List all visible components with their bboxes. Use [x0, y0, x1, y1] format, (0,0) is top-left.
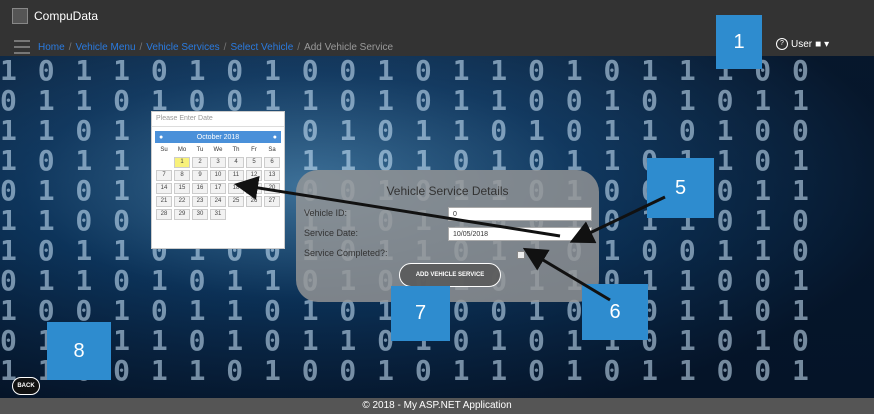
breadcrumb-current: Add Vehicle Service	[304, 41, 394, 53]
calendar-day[interactable]: 21	[156, 196, 172, 207]
calendar-day[interactable]: 14	[156, 183, 172, 194]
calendar-day[interactable]: 2	[192, 157, 208, 168]
calendar-day[interactable]: 17	[210, 183, 226, 194]
calendar-empty-cell	[246, 209, 262, 220]
service-completed-label: Service Completed?:	[304, 248, 388, 258]
footer: © 2018 - My ASP.NET Application	[0, 398, 874, 414]
logo-icon	[12, 8, 28, 24]
calendar-day[interactable]: 19	[246, 183, 262, 194]
breadcrumb-separator: /	[223, 41, 227, 53]
date-picker-input[interactable]: Please Enter Date	[152, 112, 284, 127]
calendar-empty-cell	[264, 209, 280, 220]
calendar-day[interactable]: 15	[174, 183, 190, 194]
back-button[interactable]: BACK	[12, 377, 40, 395]
calendar-day[interactable]: 20	[264, 183, 280, 194]
calendar-day[interactable]: 28	[156, 209, 172, 220]
weekday-header: Mo	[177, 147, 187, 153]
calendar-day[interactable]: 13	[264, 170, 280, 181]
vehicle-id-label: Vehicle ID:	[304, 208, 348, 218]
calendar-day[interactable]: 31	[210, 209, 226, 220]
brand[interactable]: CompuData	[12, 8, 98, 24]
callout-5: 5	[647, 158, 714, 218]
calendar-day[interactable]: 3	[210, 157, 226, 168]
breadcrumb-vehicle-menu[interactable]: Vehicle Menu	[75, 42, 135, 53]
calendar-empty-cell	[228, 209, 244, 220]
weekday-header: Fr	[251, 147, 257, 153]
calendar-day[interactable]: 16	[192, 183, 208, 194]
calendar-day[interactable]: 27	[264, 196, 280, 207]
panel-title: Vehicle Service Details	[386, 184, 509, 198]
callout-7: 7	[391, 286, 450, 341]
calendar-day[interactable]: 8	[174, 170, 190, 181]
calendar-grid: Su Mo Tu We Th Fr Sa 1 2 3 4 5 6 7 8 9 10 11 12 13 14 15 16 17 1…	[156, 145, 284, 220]
calendar-header: ● October 2018 ●	[155, 131, 281, 143]
breadcrumb-separator: /	[297, 41, 301, 53]
vehicle-service-panel: Vehicle Service Details Vehicle ID: 0 Se…	[296, 170, 599, 302]
calendar-day[interactable]: 29	[174, 209, 190, 220]
calendar-day[interactable]: 18	[228, 183, 244, 194]
callout-8: 8	[47, 322, 111, 380]
user-menu[interactable]: ? User ■ ▾	[776, 38, 829, 50]
vehicle-id-field[interactable]: 0	[448, 207, 592, 221]
weekday-header: We	[213, 147, 223, 153]
weekday-header: Su	[160, 147, 168, 153]
breadcrumb-vehicle-services[interactable]: Vehicle Services	[146, 42, 219, 53]
next-month-icon[interactable]: ●	[273, 134, 277, 141]
hamburger-menu-icon[interactable]	[14, 40, 30, 54]
breadcrumb-select-vehicle[interactable]: Select Vehicle	[230, 42, 293, 53]
calendar-day[interactable]: 26	[246, 196, 262, 207]
calendar-month-label: October 2018	[196, 133, 240, 141]
calendar-day[interactable]: 30	[192, 209, 208, 220]
calendar-day[interactable]: 1	[174, 157, 190, 168]
service-date-label: Service Date:	[304, 228, 359, 238]
weekday-header: Sa	[268, 147, 276, 153]
calendar-day[interactable]: 25	[228, 196, 244, 207]
calendar-day[interactable]: 11	[228, 170, 244, 181]
calendar-day[interactable]: 7	[156, 170, 172, 181]
calendar-day[interactable]: 22	[174, 196, 190, 207]
date-picker: Please Enter Date ● October 2018 ● Su Mo T…	[151, 111, 285, 249]
calendar-day[interactable]: 24	[210, 196, 226, 207]
calendar-day[interactable]: 5	[246, 157, 262, 168]
callout-1: 1	[716, 15, 762, 69]
calendar-empty-cell	[156, 157, 172, 168]
calendar-day[interactable]: 23	[192, 196, 208, 207]
chevron-down-icon: ▾	[824, 38, 830, 50]
user-label: User	[791, 38, 813, 50]
calendar-day[interactable]: 6	[264, 157, 280, 168]
calendar-day[interactable]: 12	[246, 170, 262, 181]
help-icon[interactable]: ?	[776, 38, 788, 50]
add-vehicle-service-button[interactable]: ADD VEHICLE SERVICE	[399, 263, 501, 287]
app-title: CompuData	[34, 9, 99, 23]
calendar-day[interactable]: 9	[192, 170, 208, 181]
breadcrumb: Home / Vehicle Menu / Vehicle Services /…	[14, 40, 393, 54]
calendar-day[interactable]: 10	[210, 170, 226, 181]
service-completed-checkbox[interactable]	[517, 251, 525, 259]
weekday-header: Tu	[196, 147, 204, 153]
breadcrumb-separator: /	[139, 41, 143, 53]
breadcrumb-separator: /	[68, 41, 72, 53]
prev-month-icon[interactable]: ●	[159, 134, 163, 141]
service-date-field[interactable]: 10/05/2018	[448, 227, 592, 241]
calendar-day[interactable]: 4	[228, 157, 244, 168]
user-icon: ■	[815, 38, 822, 50]
breadcrumb-home[interactable]: Home	[38, 42, 65, 53]
weekday-header: Th	[232, 147, 240, 153]
callout-6: 6	[582, 284, 648, 340]
